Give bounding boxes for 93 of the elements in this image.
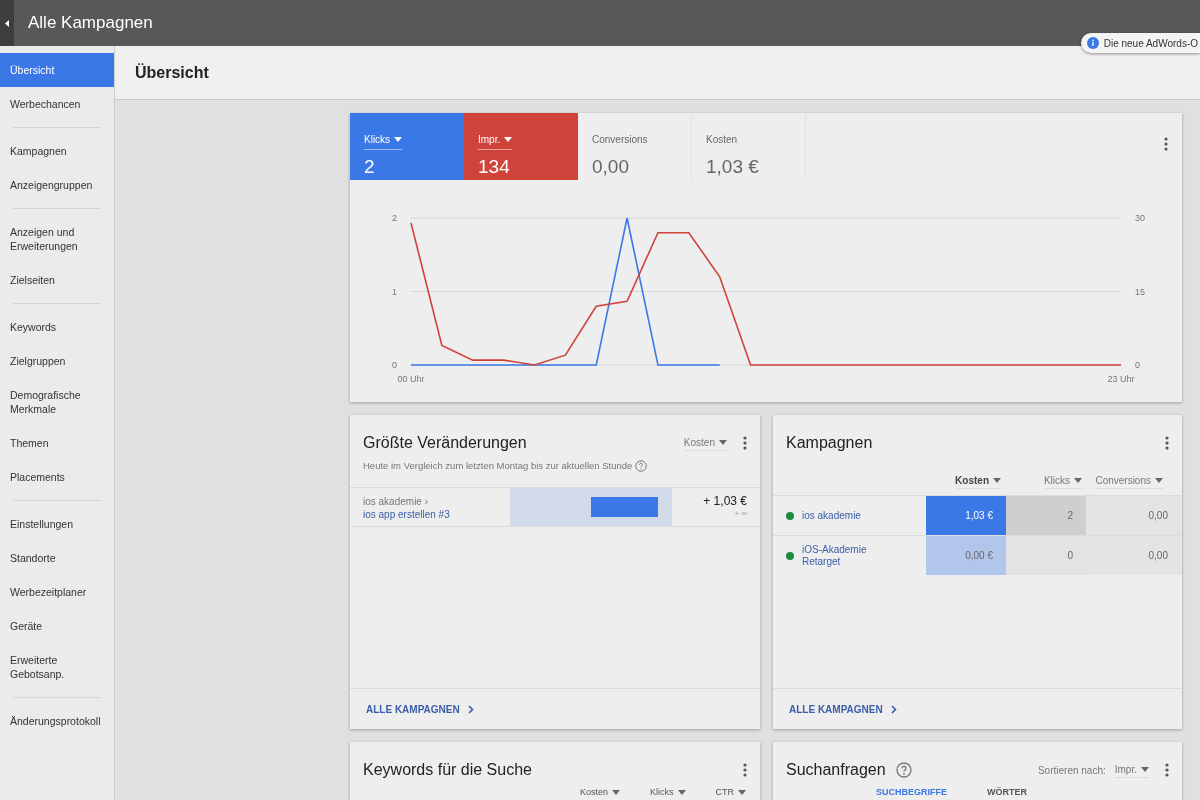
sidebar-item[interactable]: Demografische Merkmale [0, 378, 114, 426]
more-options-icon[interactable] [1164, 137, 1168, 151]
axis-tick-label: 00 Uhr [397, 374, 425, 384]
sidebar-item[interactable]: Themen [0, 426, 114, 460]
metric-value: 0,00 [592, 155, 630, 179]
column-header[interactable]: CTR [715, 787, 746, 798]
dropdown-caret-icon [612, 790, 620, 795]
axis-tick-label: 30 [1135, 213, 1145, 223]
sidebar-item[interactable]: Geräte [0, 609, 114, 643]
sidebar-item[interactable]: Standorte [0, 541, 114, 575]
more-options-icon[interactable] [1165, 436, 1169, 450]
table-cell: 0 [1006, 536, 1086, 575]
metric-value: 2 [364, 155, 376, 179]
sidebar-item[interactable]: Anzeigen und Erweiterungen [0, 215, 114, 263]
table-cell: 0,00 [1086, 536, 1182, 575]
sidebar-item[interactable]: Werbezeitplaner [0, 575, 114, 609]
sidebar-item[interactable]: Kampagnen [0, 134, 114, 168]
axis-tick-label: 1 [392, 286, 397, 297]
card-title: Kampagnen [786, 433, 873, 453]
table-cell: 0,00 € [926, 536, 1006, 575]
column-header[interactable]: Conversions [1095, 472, 1163, 489]
page-heading: Alle Kampagnen [28, 12, 153, 35]
card-subtitle: Heute im Vergleich zum letzten Montag bis zur aktuellen Stunde [363, 459, 633, 473]
change-percent: + ∞ [734, 508, 747, 520]
collapse-arrow-icon [5, 19, 9, 27]
table-cell: 1,03 € [926, 496, 1006, 535]
dropdown-caret-icon [394, 137, 403, 142]
chevron-right-icon [467, 704, 474, 714]
card-title: Keywords für die Suche [363, 760, 532, 780]
axis-tick-label: 2 [392, 213, 397, 223]
metric-label: Impr. [478, 133, 501, 147]
sidebar-item[interactable]: Übersicht [0, 53, 114, 87]
dropdown-caret-icon [738, 790, 746, 795]
sidebar-item[interactable]: Änderungsprotokoll [0, 704, 114, 738]
notice-banner[interactable]: Die neue AdWords-O [1080, 33, 1200, 53]
notice-text: Die neue AdWords-O [1103, 36, 1198, 51]
page-title: Übersicht [135, 62, 209, 83]
sort-dropdown[interactable]: Impr. [1114, 762, 1149, 778]
card-title: Suchanfragen [786, 760, 886, 780]
chevron-right-icon [890, 704, 897, 714]
column-header[interactable]: Klicks [650, 787, 686, 798]
sidebar-item[interactable]: Zielseiten [0, 263, 114, 297]
all-campaigns-link[interactable]: ALLE KAMPAGNEN [366, 701, 474, 717]
dropdown-caret-icon [1074, 477, 1082, 483]
help-icon[interactable] [895, 762, 912, 778]
tab[interactable]: SUCHBEGRIFFE [876, 787, 947, 798]
axis-tick-label: 0 [1135, 360, 1140, 370]
metric-tile[interactable]: Conversions 0,00 [578, 113, 692, 180]
sidebar-item[interactable]: Zielgruppen [0, 344, 114, 378]
more-options-icon[interactable] [743, 436, 747, 450]
help-icon[interactable] [635, 460, 648, 473]
all-campaigns-link[interactable]: ALLE KAMPAGNEN [789, 701, 897, 717]
sidebar-item[interactable]: Anzeigengruppen [0, 168, 114, 202]
column-header[interactable]: Kosten [579, 787, 620, 798]
card-title: Größte Veränderungen [363, 433, 527, 453]
dropdown-caret-icon [719, 440, 727, 445]
metric-label: Klicks [364, 133, 391, 147]
dropdown-caret-icon [504, 137, 513, 142]
sort-label: Sortieren nach: [1037, 763, 1106, 778]
sidebar-item[interactable]: Einstellungen [0, 507, 114, 541]
dropdown-caret-icon [677, 790, 686, 795]
table-cell: 2 [1006, 496, 1086, 535]
ad-group-link[interactable]: ios app erstellen #3 [363, 508, 510, 521]
column-header[interactable]: Kosten [955, 472, 1001, 489]
metric-value: 1,03 € [706, 155, 760, 179]
axis-tick-label: 0 [392, 360, 397, 370]
dropdown-caret-icon [1155, 477, 1163, 483]
dropdown-caret-icon [993, 477, 1001, 483]
metric-value: 134 [478, 155, 511, 179]
campaign-link[interactable]: iOS-Akademie Retarget [802, 543, 872, 568]
table-cell: 0,00 [1086, 496, 1182, 535]
sort-dropdown[interactable]: Kosten [683, 435, 727, 451]
sidebar-item[interactable]: Werbechancen [0, 87, 114, 121]
sidebar-item[interactable]: Erweiterte Gebotsanp. [0, 643, 114, 691]
tab[interactable]: WÖRTER [987, 787, 1027, 798]
axis-tick-label: 15 [1135, 286, 1145, 297]
info-icon [1086, 37, 1099, 49]
column-header[interactable]: Klicks [1043, 472, 1082, 489]
change-value: + 1,03 € [703, 494, 747, 508]
metric-label: Kosten [706, 133, 738, 147]
metric-tile[interactable]: Klicks 2 [350, 113, 464, 180]
campaign-link[interactable]: ios akademie [802, 509, 872, 522]
metric-tile[interactable]: Kosten 1,03 € [692, 113, 806, 180]
more-options-icon[interactable] [1165, 763, 1169, 777]
metric-label: Conversions [592, 133, 648, 147]
dropdown-caret-icon [1141, 767, 1149, 772]
campaign-name: ios akademie › [363, 495, 430, 508]
sidebar-item[interactable]: Placements [0, 460, 114, 494]
collapse-button[interactable] [0, 0, 14, 46]
axis-tick-label: 23 Uhr [1107, 374, 1135, 384]
more-options-icon[interactable] [743, 763, 747, 777]
sidebar-item[interactable]: Keywords [0, 310, 114, 344]
metric-tile[interactable]: Impr. 134 [464, 113, 578, 180]
